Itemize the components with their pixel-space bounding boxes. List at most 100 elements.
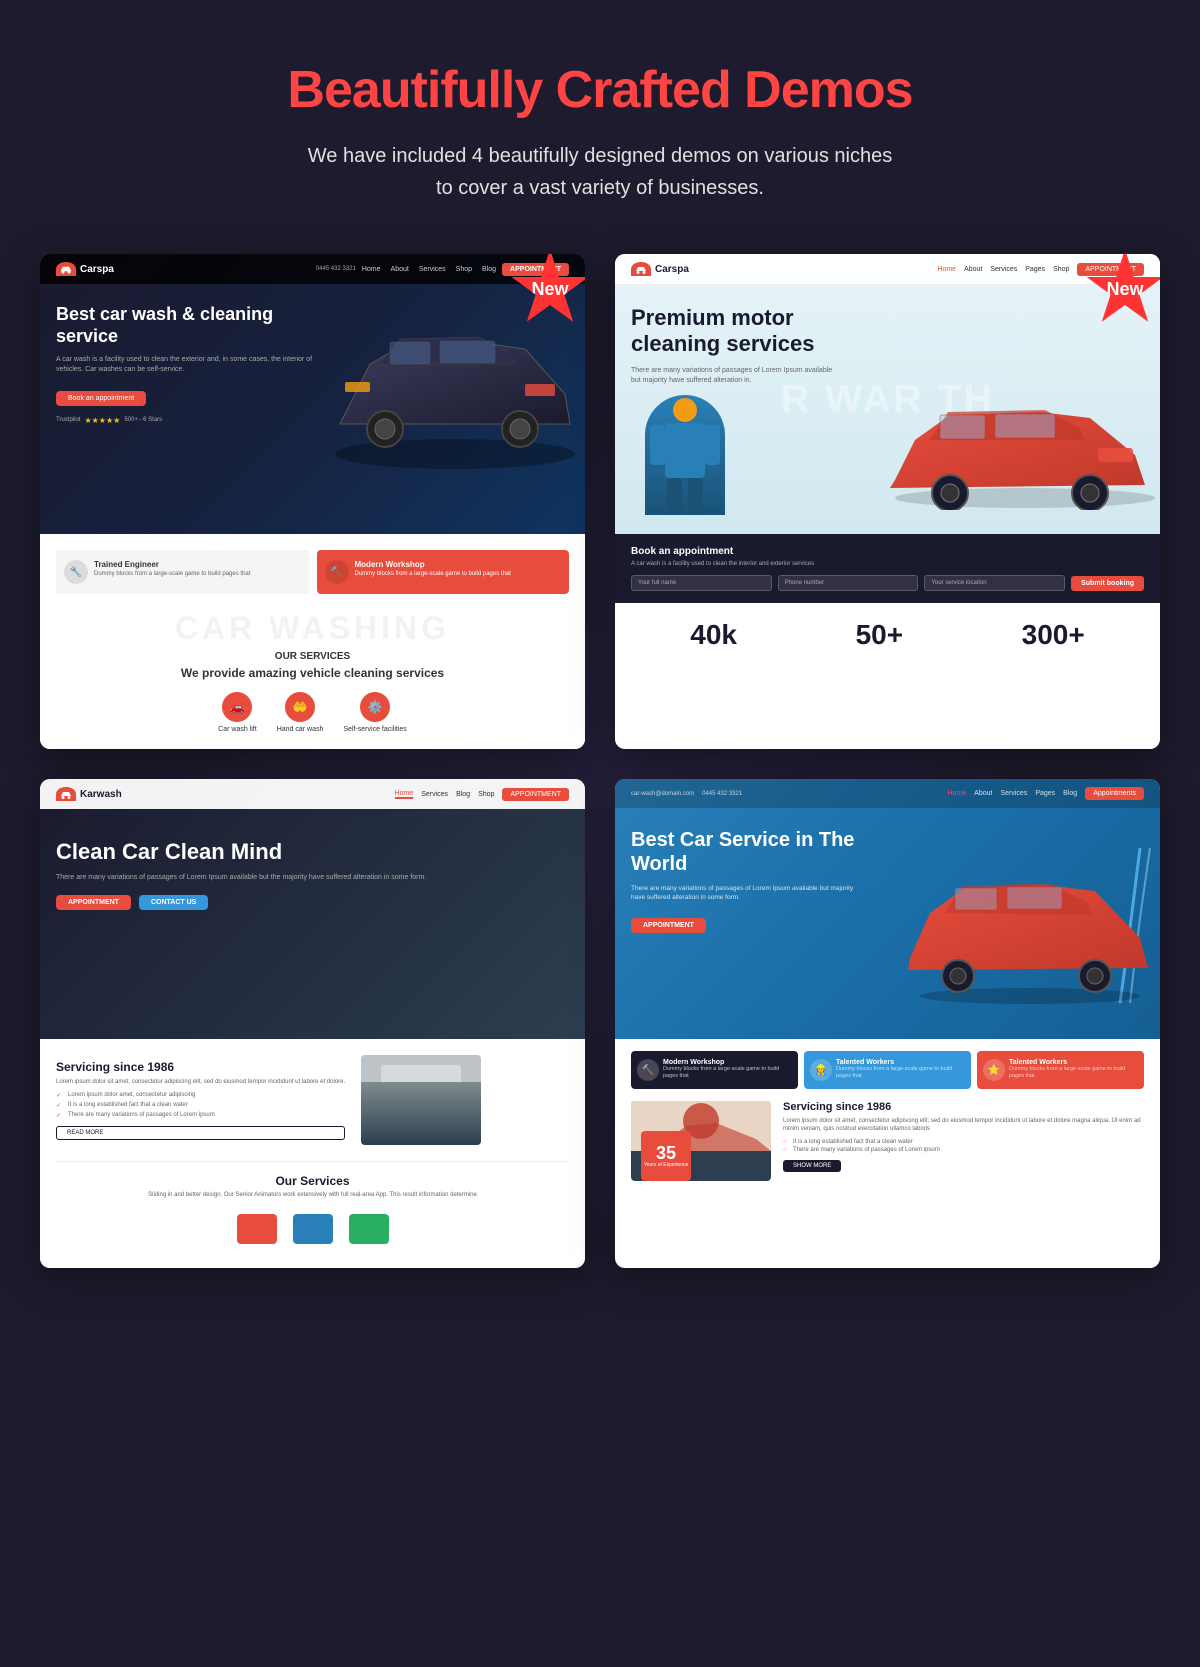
demo4-hero: car-wash@domain.com 0445 432 3321 Home A… xyxy=(615,779,1160,1039)
demo1-nav-btn[interactable]: APPOINTMENT xyxy=(502,263,569,276)
demo4-about-text: Servicing since 1986 Lorem ipsum dolor s… xyxy=(783,1101,1144,1172)
demo4-more-btn[interactable]: SHOW MORE xyxy=(783,1160,841,1172)
booking-title: Book an appointment xyxy=(631,546,1144,557)
demo4-nav: car-wash@domain.com 0445 432 3321 Home A… xyxy=(615,779,1160,808)
demo4-check-2: There are many variations of passages of… xyxy=(783,1146,1144,1154)
nav-blog-4: Blog xyxy=(1063,790,1077,797)
check-2: It is a long established fact that a cle… xyxy=(56,1100,345,1110)
check-1: Lorem ipsum dolor amet, consectetur adip… xyxy=(56,1090,345,1100)
nav-blog: Blog xyxy=(482,266,496,273)
nav-home-3: Home xyxy=(395,790,414,799)
demo1-card-1: 🔧 Trained Engineer Dummy blocks from a l… xyxy=(56,550,309,594)
service-item-3: ⚙️ Self-service facilities xyxy=(343,692,406,733)
self-service-icon: ⚙️ xyxy=(360,692,390,722)
feat-text-2: Talented Workers Dummy blocks from a lar… xyxy=(836,1059,965,1080)
demo-card-2[interactable]: New Carspa Home About Services Pages Sho… xyxy=(615,254,1160,749)
service-item-1: 🚗 Car wash lift xyxy=(218,692,257,733)
nav-shop-2: Shop xyxy=(1053,266,1069,273)
service-icon-3 xyxy=(349,1214,389,1244)
demo1-hero-cta[interactable]: Book an appointment xyxy=(56,391,146,406)
demo2-logo-icon xyxy=(631,262,651,276)
demo2-nav: Carspa Home About Services Pages Shop AP… xyxy=(615,254,1160,285)
demo4-about-image: 35 Years of Experience xyxy=(631,1101,771,1181)
demo-card-1[interactable]: New Carspa 0445 432 3321 Home About Serv… xyxy=(40,254,585,749)
card2-desc: Dummy blocks from a large-scale game to … xyxy=(355,571,511,579)
demo3-about-title: Servicing since 1986 xyxy=(56,1060,345,1074)
nav-home: Home xyxy=(362,266,381,273)
hand-wash-icon: 🤲 xyxy=(285,692,315,722)
demo2-logo-text: Carspa xyxy=(655,264,689,275)
car-wash-icon: 🚗 xyxy=(222,692,252,722)
demo1-services-title: We provide amazing vehicle cleaning serv… xyxy=(56,666,569,680)
demo3-about-text: Servicing since 1986 Lorem ipsum dolor s… xyxy=(56,1060,345,1140)
feat-card-2: 👷 Talented Workers Dummy blocks from a l… xyxy=(804,1051,971,1089)
workers-feat-icon: 👷 xyxy=(810,1059,832,1081)
stat-3-number: 300+ xyxy=(1022,619,1085,651)
demo4-hero-cta[interactable]: APPOINTMENT xyxy=(631,918,706,933)
demo-card-4[interactable]: car-wash@domain.com 0445 432 3321 Home A… xyxy=(615,779,1160,1268)
demo4-nav-btn[interactable]: Appointments xyxy=(1085,787,1144,800)
demo3-hero-title: Clean Car Clean Mind xyxy=(56,839,569,865)
demo2-nav-btn[interactable]: APPOINTMENT xyxy=(1077,263,1144,276)
demo3-services-title: Our Services xyxy=(56,1174,569,1188)
nav-shop: Shop xyxy=(456,266,472,273)
demo1-nav-links: Home About Services Shop Blog xyxy=(362,266,496,273)
demo3-more-btn[interactable]: READ MORE xyxy=(56,1126,345,1140)
feat-1-desc: Dummy blocks from a large-scale game to … xyxy=(663,1066,792,1080)
form-phone[interactable]: Phone number xyxy=(778,575,919,591)
demo1-logo: Carspa xyxy=(56,262,114,276)
demo4-about-title: Servicing since 1986 xyxy=(783,1101,1144,1113)
nav-services: Services xyxy=(419,266,446,273)
service2-label: Hand car wash xyxy=(277,726,324,733)
nav-services-4: Services xyxy=(1000,790,1027,797)
form-submit[interactable]: Submit booking xyxy=(1071,576,1144,591)
demo4-content: Best Car Service in The World There are … xyxy=(615,808,1160,1008)
demo3-checks: Lorem ipsum dolor amet, consectetur adip… xyxy=(56,1090,345,1120)
demo3-cta1[interactable]: APPOINTMENT xyxy=(56,895,131,910)
demo3-btns: APPOINTMENT CONTACT US xyxy=(56,895,569,910)
form-name[interactable]: Your full name xyxy=(631,575,772,591)
demo1-cards: 🔧 Trained Engineer Dummy blocks from a l… xyxy=(56,550,569,594)
demo3-content: Clean Car Clean Mind There are many vari… xyxy=(40,809,585,940)
demo2-logo: Carspa xyxy=(631,262,689,276)
demo1-hero-title: Best car wash & cleaning service xyxy=(56,304,338,347)
demo1-car xyxy=(325,294,585,494)
nav-home-4: Home xyxy=(947,790,966,797)
card2-title: Modern Workshop xyxy=(355,560,511,569)
feat-text-1: Modern Workshop Dummy blocks from a larg… xyxy=(663,1059,792,1080)
workshop-feat-icon: 🔨 xyxy=(637,1059,659,1081)
demo4-check-1: It is a long established fact that a cle… xyxy=(783,1138,1144,1146)
demo3-white: Servicing since 1986 Lorem ipsum dolor s… xyxy=(40,1039,585,1268)
demo4-about-desc: Lorem ipsum dolor sit amet, consectetur … xyxy=(783,1117,1144,1134)
trustpilot-stars: ★★★★★ xyxy=(84,416,120,425)
booking-desc: A car wash is a facility used to clean t… xyxy=(631,561,1144,567)
demo1-services-heading: OUR SERVICES xyxy=(56,651,569,662)
feat-card-3: ⭐ Talented Workers Dummy blocks from a l… xyxy=(977,1051,1144,1089)
demo3-nav-btn[interactable]: APPOINTMENT xyxy=(502,788,569,801)
demo3-logo-icon xyxy=(56,787,76,801)
service1-label: Car wash lift xyxy=(218,726,257,733)
demo1-logo-text: Carspa xyxy=(80,264,114,275)
demo4-hero-desc: There are many variations of passages of… xyxy=(631,884,862,902)
card1-title: Trained Engineer xyxy=(94,560,250,569)
service-icon-2 xyxy=(293,1214,333,1244)
demos-grid: New Carspa 0445 432 3321 Home About Serv… xyxy=(40,254,1160,1268)
demo3-cta2[interactable]: CONTACT US xyxy=(139,895,208,910)
nav-shop-3: Shop xyxy=(478,791,494,798)
demo4-white: 🔨 Modern Workshop Dummy blocks from a la… xyxy=(615,1039,1160,1193)
demo2-worker xyxy=(645,395,725,515)
demo3-hero: Karwash Home Services Blog Shop APPOINTM… xyxy=(40,779,585,1039)
workshop-icon: 🔨 xyxy=(325,560,349,584)
trustpilot-label: Trustpilot xyxy=(56,417,80,423)
form-location[interactable]: Your service location xyxy=(924,575,1065,591)
nav-about-2: About xyxy=(964,266,982,273)
demo-card-3[interactable]: Karwash Home Services Blog Shop APPOINTM… xyxy=(40,779,585,1268)
demo4-year-sub: Years of Experience xyxy=(644,1162,689,1168)
demo4-feature-cards: 🔨 Modern Workshop Dummy blocks from a la… xyxy=(631,1051,1144,1089)
demo1-nav: Carspa 0445 432 3321 Home About Services… xyxy=(40,254,585,284)
service-item-2: 🤲 Hand car wash xyxy=(277,692,324,733)
stat-2: 50+ xyxy=(856,619,904,651)
demo2-content: Premium motor cleaning services There ar… xyxy=(615,285,1160,515)
demo1-service-items: 🚗 Car wash lift 🤲 Hand car wash ⚙️ Self-… xyxy=(56,692,569,733)
demo4-phone: 0445 432 3321 xyxy=(702,791,742,797)
